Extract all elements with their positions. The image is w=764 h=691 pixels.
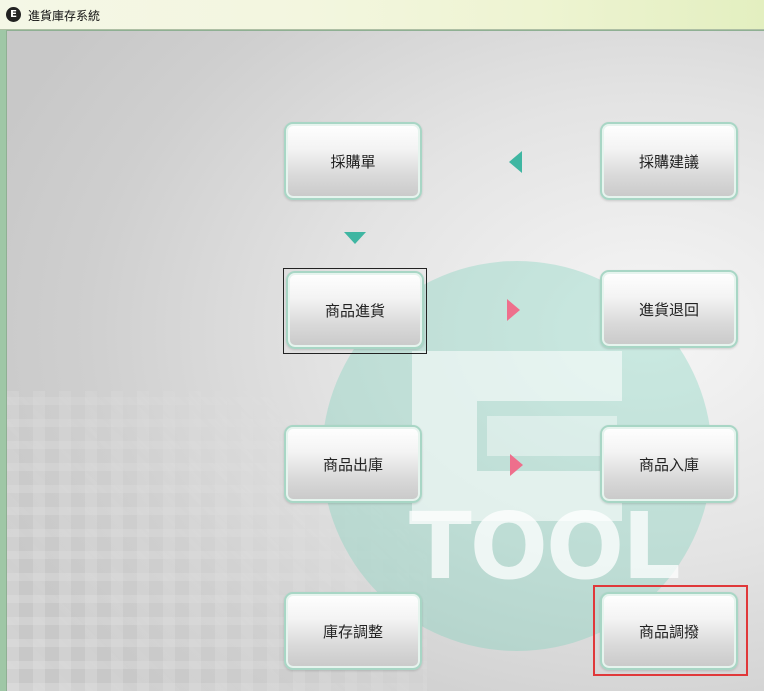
arrow-down-icon: [344, 232, 366, 244]
goods-issue-button[interactable]: 商品出庫: [284, 425, 422, 503]
main-panel: TOOL 採購單 採購建議 商品進貨 進貨退回 商品出庫 商品入庫 庫存調整 商…: [6, 30, 764, 691]
arrow-left-icon: [509, 151, 522, 173]
watermark-text: TOOL: [409, 493, 681, 600]
goods-receipt-button[interactable]: 商品進貨: [286, 271, 424, 349]
goods-stock-in-button[interactable]: 商品入庫: [600, 425, 738, 503]
stock-adjustment-button[interactable]: 庫存調整: [284, 592, 422, 670]
app-icon[interactable]: E: [6, 7, 21, 22]
goods-transfer-button[interactable]: 商品調撥: [600, 592, 738, 670]
arrow-right-icon: [507, 299, 520, 321]
purchase-return-button[interactable]: 進貨退回: [600, 270, 738, 348]
purchase-suggestion-button[interactable]: 採購建議: [600, 122, 738, 200]
title-bar: E 進貨庫存系統: [0, 0, 764, 30]
window-title: 進貨庫存系統: [28, 9, 101, 23]
purchase-order-button[interactable]: 採購單: [284, 122, 422, 200]
arrow-right-icon: [510, 454, 523, 476]
